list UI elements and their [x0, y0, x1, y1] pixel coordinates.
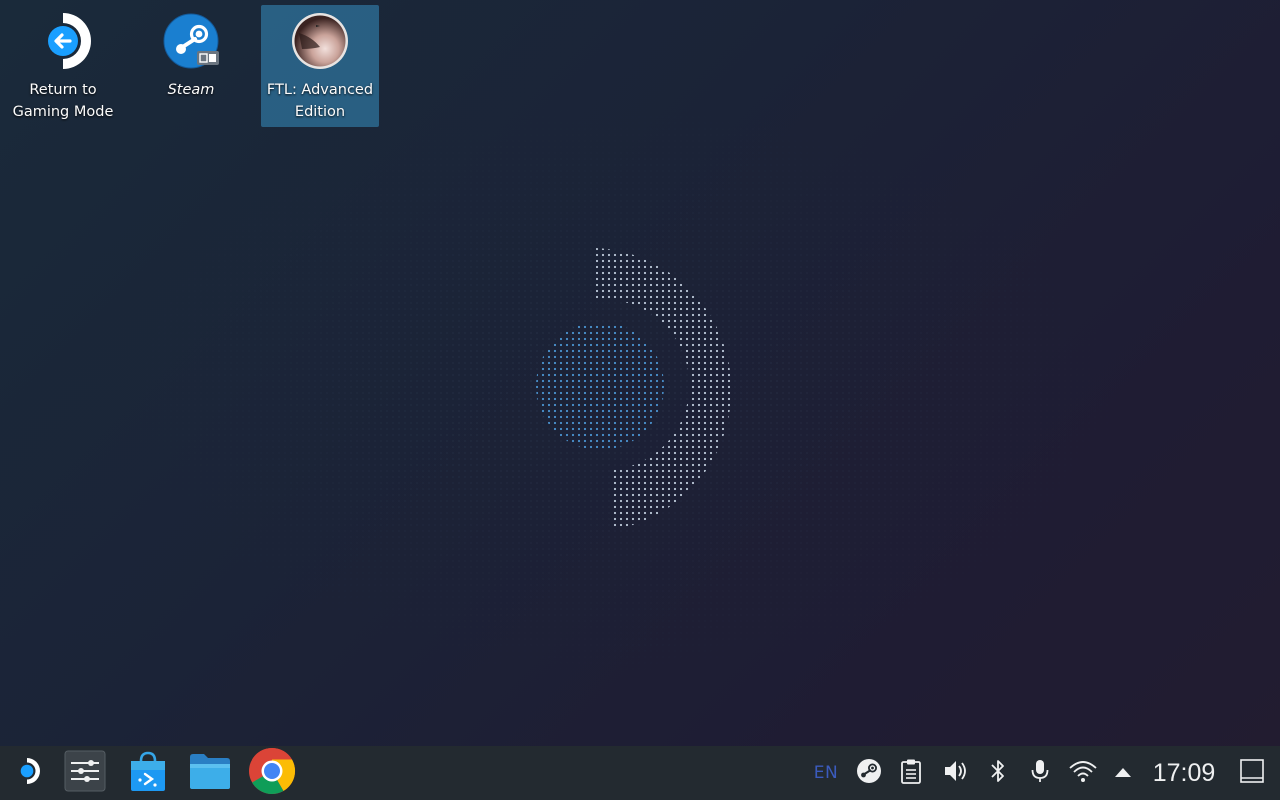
wifi-icon [1068, 758, 1098, 788]
desktop-icon-steam[interactable]: Steam [132, 5, 250, 127]
digital-clock[interactable]: 17:09 [1144, 746, 1224, 800]
microphone-button[interactable] [1026, 746, 1054, 800]
keyboard-layout-indicator[interactable]: EN [808, 746, 844, 800]
discover-store-button[interactable] [123, 749, 173, 797]
show-desktop-button[interactable] [1236, 746, 1268, 800]
microphone-icon [1029, 758, 1051, 788]
volume-button[interactable] [940, 746, 970, 800]
steam-deck-menu-button[interactable] [4, 749, 54, 797]
desktop-icon-ftl-advanced-edition[interactable]: FTL: Advanced Edition [261, 5, 379, 127]
clipboard-icon [900, 758, 922, 788]
discover-store-icon [128, 749, 168, 797]
expand-tray-arrow-icon [1113, 764, 1133, 783]
steam-tray-icon [856, 758, 882, 788]
system-settings-button[interactable] [60, 749, 110, 797]
clock-time: 17:09 [1152, 758, 1216, 787]
volume-icon [942, 758, 968, 788]
chrome-button[interactable] [247, 747, 297, 799]
settings-sliders-icon [63, 749, 107, 797]
return-arrow-icon [33, 11, 93, 71]
wifi-button[interactable] [1066, 746, 1100, 800]
desktop-icon-label: Steam [167, 82, 215, 98]
desktop-icon-label: FTL: Advanced Edition [266, 82, 374, 120]
steam-tray-button[interactable] [852, 746, 886, 800]
file-manager-icon [188, 751, 232, 795]
expand-tray-button[interactable] [1110, 746, 1136, 800]
bluetooth-button[interactable] [984, 746, 1012, 800]
desktop-icon-label: Return to Gaming Mode [12, 82, 114, 120]
steam-deck-menu-icon [14, 756, 44, 790]
show-desktop-icon [1239, 758, 1265, 788]
clipboard-button[interactable] [896, 746, 926, 800]
steam-icon [161, 11, 221, 71]
desktop-icon-return-to-gaming-mode[interactable]: Return to Gaming Mode [4, 5, 122, 127]
taskbar: EN 17:09 [0, 746, 1280, 800]
file-manager-button[interactable] [185, 749, 235, 797]
bluetooth-icon [988, 758, 1008, 788]
keyboard-layout-label: EN [813, 763, 839, 783]
ftl-game-icon [290, 11, 350, 71]
chrome-icon [248, 747, 296, 799]
